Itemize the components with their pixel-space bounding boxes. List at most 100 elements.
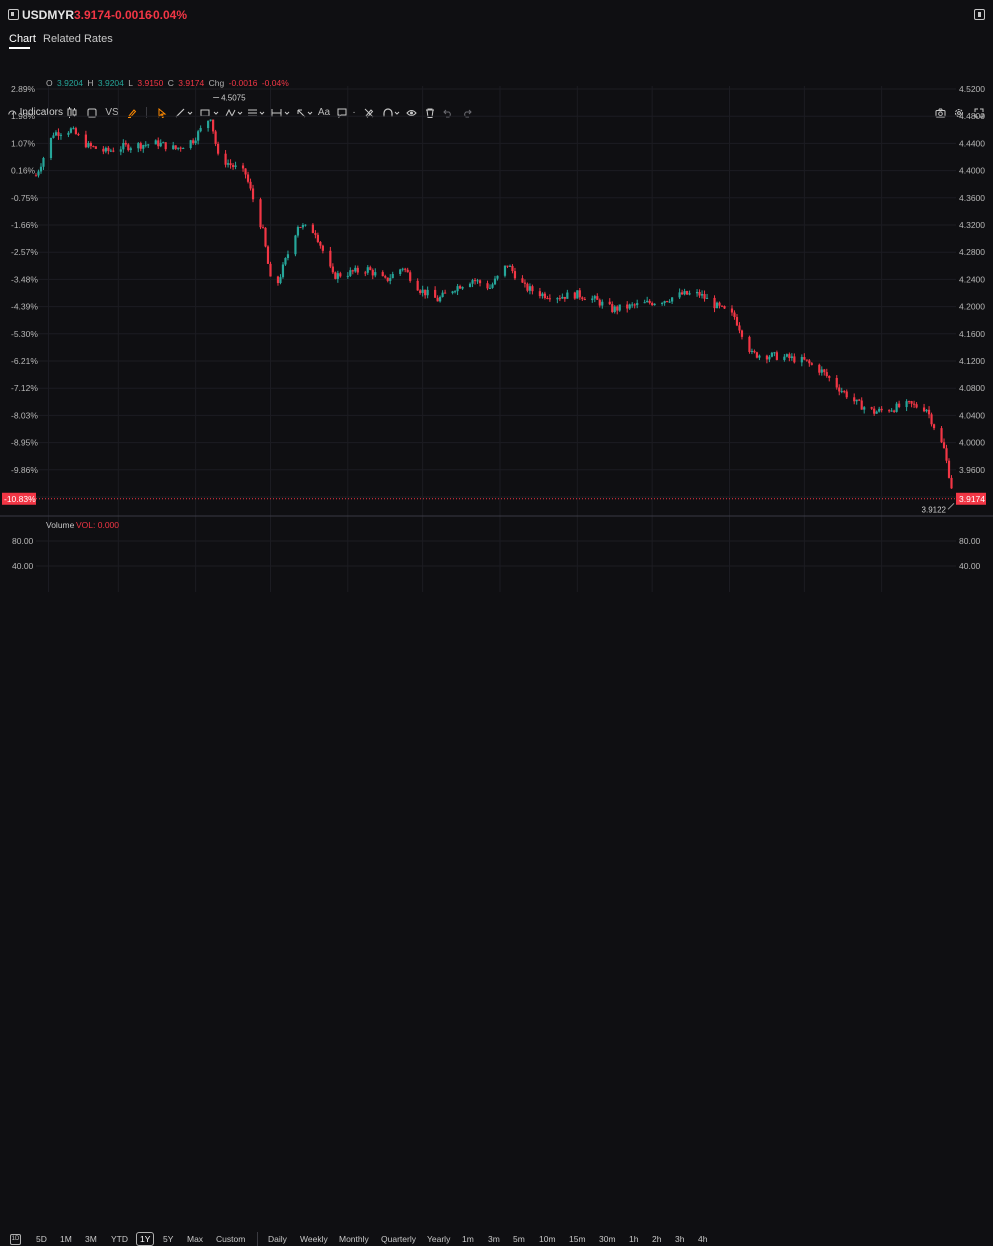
candle-body bbox=[69, 128, 73, 133]
candle-body bbox=[531, 286, 534, 292]
candle-body bbox=[212, 119, 215, 132]
candle-body bbox=[112, 150, 115, 152]
interval-4h[interactable]: 4h bbox=[698, 1234, 707, 1244]
interval-daily[interactable]: Daily bbox=[268, 1234, 287, 1244]
candle-body bbox=[296, 227, 300, 236]
candle-body bbox=[893, 410, 896, 412]
candle-body bbox=[890, 410, 893, 412]
candle-body bbox=[521, 278, 524, 283]
candle-body bbox=[945, 448, 948, 461]
candle-body bbox=[139, 143, 142, 149]
interval-weekly[interactable]: Weekly bbox=[300, 1234, 328, 1244]
tab-related-rates[interactable]: Related Rates bbox=[43, 33, 113, 45]
collapse-panel-icon[interactable] bbox=[974, 9, 985, 20]
candle-body bbox=[244, 168, 247, 175]
candle-body bbox=[651, 302, 654, 306]
range-1Y[interactable]: 1Y bbox=[136, 1232, 155, 1246]
range-custom[interactable]: Custom bbox=[216, 1234, 245, 1244]
candle-body bbox=[810, 363, 813, 365]
interval-10m[interactable]: 10m bbox=[539, 1234, 556, 1244]
candle-body bbox=[720, 305, 724, 307]
candle-body bbox=[878, 408, 881, 412]
candle-body bbox=[678, 292, 681, 298]
candle-body bbox=[122, 142, 125, 150]
interval-quarterly[interactable]: Quarterly bbox=[381, 1234, 416, 1244]
range-5D[interactable]: 5D bbox=[36, 1234, 47, 1244]
candle-body bbox=[705, 297, 709, 299]
range-1M[interactable]: 1M bbox=[60, 1234, 72, 1244]
candle-body bbox=[416, 280, 419, 291]
candle-body bbox=[493, 278, 497, 285]
candle-body bbox=[860, 400, 863, 410]
candle-body bbox=[259, 199, 262, 228]
candle-body bbox=[127, 144, 130, 151]
candle-body bbox=[800, 357, 803, 363]
high-label: H bbox=[87, 78, 94, 88]
tab-chart[interactable]: Chart bbox=[9, 33, 36, 45]
candle-body bbox=[426, 289, 429, 296]
change-value: -0.0016 bbox=[228, 78, 258, 88]
candle-body bbox=[843, 391, 846, 393]
candle-body bbox=[528, 286, 532, 291]
pct-tick-label: -1.66% bbox=[11, 220, 38, 230]
chart-header: USDMYR 3.9174 -0.0016 -0.04% bbox=[0, 0, 993, 30]
candle-body bbox=[424, 289, 427, 296]
candle-body bbox=[391, 273, 394, 279]
interval-5m[interactable]: 5m bbox=[513, 1234, 525, 1244]
candle-body bbox=[94, 146, 97, 149]
candle-body bbox=[87, 142, 90, 148]
candle-body bbox=[336, 273, 339, 279]
active-tab-indicator bbox=[9, 47, 30, 49]
candle-body bbox=[104, 147, 107, 152]
candle-body bbox=[406, 269, 409, 273]
candle-body bbox=[910, 401, 913, 404]
candle-body bbox=[434, 289, 437, 298]
candle-body bbox=[476, 280, 479, 282]
interval-1h[interactable]: 1h bbox=[629, 1234, 638, 1244]
candle-body bbox=[84, 134, 87, 148]
interval-monthly[interactable]: Monthly bbox=[339, 1234, 369, 1244]
candle-body bbox=[613, 306, 616, 312]
candle-body bbox=[224, 153, 227, 165]
interval-yearly[interactable]: Yearly bbox=[427, 1234, 450, 1244]
candle-body bbox=[738, 325, 741, 331]
interval-30m[interactable]: 30m bbox=[599, 1234, 616, 1244]
interval-2h[interactable]: 2h bbox=[652, 1234, 661, 1244]
close-label: C bbox=[167, 78, 174, 88]
annotation-tick bbox=[947, 502, 955, 510]
candle-body bbox=[319, 241, 322, 246]
calendar-icon[interactable]: 1D bbox=[10, 1234, 21, 1245]
candle-body bbox=[316, 234, 319, 242]
candle-body bbox=[758, 355, 761, 358]
candle-body bbox=[137, 143, 140, 149]
range-YTD[interactable]: YTD bbox=[111, 1234, 128, 1244]
candle-body bbox=[790, 356, 793, 359]
candle-body bbox=[715, 302, 719, 309]
candle-body bbox=[453, 291, 457, 293]
interval-15m[interactable]: 15m bbox=[569, 1234, 586, 1244]
candle-body bbox=[251, 188, 255, 200]
range-3M[interactable]: 3M bbox=[85, 1234, 97, 1244]
range-5Y[interactable]: 5Y bbox=[163, 1234, 173, 1244]
candle-body bbox=[304, 224, 307, 226]
volume-grid bbox=[0, 515, 993, 567]
last-price-marker-label: 3.9174 bbox=[959, 494, 985, 504]
candle-body bbox=[750, 350, 754, 352]
interval-3h[interactable]: 3h bbox=[675, 1234, 684, 1244]
y-tick-label: 4.2800 bbox=[959, 247, 985, 257]
candle-body bbox=[648, 300, 651, 303]
symbol-name: USDMYR bbox=[22, 8, 75, 22]
candle-body bbox=[334, 272, 337, 279]
candle-body bbox=[451, 291, 454, 294]
candle-body bbox=[72, 128, 75, 130]
candle-body bbox=[314, 233, 317, 235]
candle-body bbox=[700, 294, 704, 296]
interval-1m[interactable]: 1m bbox=[462, 1234, 474, 1244]
price-chart[interactable]: 4.5200 4.4800 4.4400 4.4000 4.3600 4.3200 4.28… bbox=[0, 72, 993, 592]
range-max[interactable]: Max bbox=[187, 1234, 203, 1244]
candle-body bbox=[124, 142, 127, 145]
candle-body bbox=[404, 268, 407, 270]
interval-3m[interactable]: 3m bbox=[488, 1234, 500, 1244]
candle-body bbox=[556, 298, 559, 300]
y-tick-label: 4.3600 bbox=[959, 193, 985, 203]
